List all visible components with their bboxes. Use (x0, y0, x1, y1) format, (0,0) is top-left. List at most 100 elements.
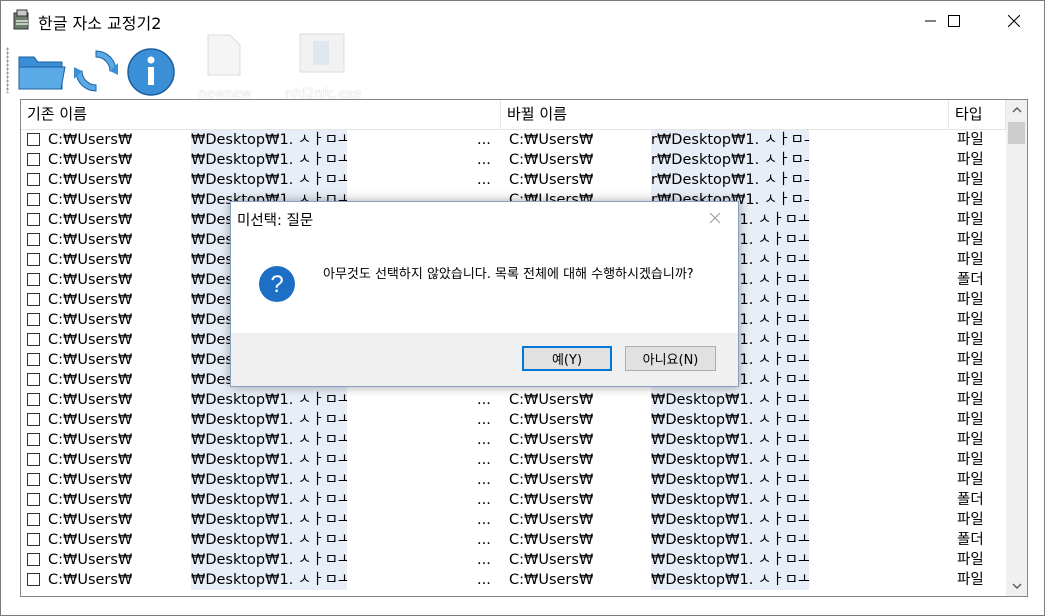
maximize-button[interactable] (931, 1, 977, 41)
new-name-path: ₩Desktop₩1. ㅅㅏㅁㅗ (651, 430, 812, 450)
row-checkbox[interactable] (27, 173, 40, 186)
close-icon (1008, 15, 1020, 27)
type-cell: 파일 (957, 572, 984, 588)
new-name-path: ₩Desktop₩1. ㅅㅏㅁㅗ (651, 550, 812, 570)
new-name-prefix: C:₩Users₩ (509, 412, 594, 428)
scrollbar-thumb[interactable] (1008, 122, 1025, 144)
new-name-path: ₩Desktop₩1. ㅅㅏㅁㅗ (651, 530, 812, 550)
row-checkbox[interactable] (27, 213, 40, 226)
original-name-prefix: C:₩Users₩ (48, 392, 133, 408)
original-name-path: ₩Desktop₩1. ㅅㅏㅁㅗ (191, 550, 352, 570)
svg-text:?: ? (270, 271, 283, 298)
row-checkbox[interactable] (27, 533, 40, 546)
new-name-prefix: C:₩Users₩ (509, 532, 594, 548)
vertical-scrollbar[interactable] (1006, 100, 1027, 596)
original-name-ellipsis: ... (477, 132, 491, 148)
maximize-icon (948, 15, 960, 27)
new-name-path: ₩Desktop₩1. ㅅㅏㅁㅗ (651, 390, 812, 410)
original-name-prefix: C:₩Users₩ (48, 572, 133, 588)
chevron-down-icon (1011, 583, 1022, 589)
scroll-down-button[interactable] (1006, 576, 1027, 596)
yes-button[interactable]: 예(Y) (522, 346, 612, 371)
open-folder-icon[interactable] (16, 45, 68, 97)
original-name-prefix: C:₩Users₩ (48, 472, 133, 488)
refresh-icon[interactable] (70, 45, 122, 97)
original-name-path: ₩Desktop₩1. ㅅㅏㅁㅗ (191, 150, 352, 170)
row-checkbox[interactable] (27, 153, 40, 166)
original-name-ellipsis: ... (477, 152, 491, 168)
row-checkbox[interactable] (27, 353, 40, 366)
original-name-prefix: C:₩Users₩ (48, 252, 133, 268)
original-name-ellipsis: ... (477, 412, 491, 428)
new-name-prefix: C:₩Users₩ (509, 492, 594, 508)
original-name-prefix: C:₩Users₩ (48, 152, 133, 168)
new-name-path: ₩Desktop₩1. ㅅㅏㅁㅗ (651, 570, 812, 590)
row-checkbox[interactable] (27, 253, 40, 266)
type-cell: 파일 (957, 232, 984, 248)
column-header-original-name[interactable]: 기존 이름 (21, 100, 501, 129)
row-checkbox[interactable] (27, 333, 40, 346)
original-name-prefix: C:₩Users₩ (48, 312, 133, 328)
new-name-prefix: C:₩Users₩ (509, 472, 594, 488)
dialog-close-icon[interactable] (706, 209, 724, 227)
row-checkbox[interactable] (27, 413, 40, 426)
row-checkbox[interactable] (27, 373, 40, 386)
row-checkbox[interactable] (27, 133, 40, 146)
original-name-prefix: C:₩Users₩ (48, 192, 133, 208)
scroll-up-button[interactable] (1006, 100, 1027, 120)
row-checkbox[interactable] (27, 553, 40, 566)
row-checkbox[interactable] (27, 433, 40, 446)
chevron-up-icon (1011, 107, 1022, 113)
new-name-prefix: C:₩Users₩ (509, 132, 594, 148)
original-name-prefix: C:₩Users₩ (48, 452, 133, 468)
row-checkbox[interactable] (27, 493, 40, 506)
type-cell: 파일 (957, 452, 984, 468)
column-header-new-name[interactable]: 바뀔 이름 (501, 100, 949, 129)
column-header-type[interactable]: 타입 (949, 100, 1006, 129)
row-checkbox[interactable] (27, 313, 40, 326)
row-checkbox[interactable] (27, 393, 40, 406)
type-cell: 파일 (957, 252, 984, 268)
no-button[interactable]: 아니요(N) (625, 346, 716, 371)
close-button[interactable] (991, 1, 1037, 41)
type-cell: 폴더 (957, 492, 984, 508)
original-name-path: ₩Desktop₩1. ㅅㅏㅁㅗ (191, 510, 352, 530)
type-cell: 파일 (957, 512, 984, 528)
type-cell: 파일 (957, 172, 984, 188)
new-name-path: ₩Desktop₩1. ㅅㅏㅁㅗ (651, 510, 812, 530)
row-checkbox[interactable] (27, 233, 40, 246)
original-name-path: ₩Desktop₩1. ㅅㅏㅁㅗ (191, 130, 352, 150)
row-checkbox[interactable] (27, 513, 40, 526)
row-checkbox[interactable] (27, 293, 40, 306)
row-checkbox[interactable] (27, 473, 40, 486)
desktop-file-icon (207, 34, 241, 76)
type-cell: 파일 (957, 132, 984, 148)
dialog-message: 아무것도 선택하지 않았습니다. 목록 전체에 대해 수행하시겠습니까? (323, 267, 694, 282)
row-checkbox[interactable] (27, 193, 40, 206)
question-icon: ? (259, 266, 295, 302)
original-name-ellipsis: ... (477, 532, 491, 548)
original-name-path: ₩Desktop₩1. ㅅㅏㅁㅗ (191, 430, 352, 450)
toolbar-grip[interactable] (6, 47, 9, 93)
original-name-prefix: C:₩Users₩ (48, 332, 133, 348)
new-name-prefix: C:₩Users₩ (509, 572, 594, 588)
new-name-prefix: C:₩Users₩ (509, 552, 594, 568)
info-icon[interactable] (125, 45, 177, 97)
original-name-ellipsis: ... (477, 472, 491, 488)
original-name-prefix: C:₩Users₩ (48, 272, 133, 288)
original-name-prefix: C:₩Users₩ (48, 492, 133, 508)
row-checkbox[interactable] (27, 573, 40, 586)
row-checkbox[interactable] (27, 273, 40, 286)
app-icon (13, 9, 29, 30)
original-name-prefix: C:₩Users₩ (48, 412, 133, 428)
new-name-prefix: C:₩Users₩ (509, 392, 594, 408)
type-cell: 파일 (957, 152, 984, 168)
original-name-prefix: C:₩Users₩ (48, 552, 133, 568)
original-name-path: ₩Desktop₩1. ㅅㅏㅁㅗ (191, 530, 352, 550)
type-cell: 파일 (957, 192, 984, 208)
new-name-prefix: C:₩Users₩ (509, 172, 594, 188)
window-title: 한글 자소 교정기2 (38, 14, 162, 33)
row-checkbox[interactable] (27, 453, 40, 466)
type-cell: 파일 (957, 472, 984, 488)
new-name-prefix: C:₩Users₩ (509, 152, 594, 168)
